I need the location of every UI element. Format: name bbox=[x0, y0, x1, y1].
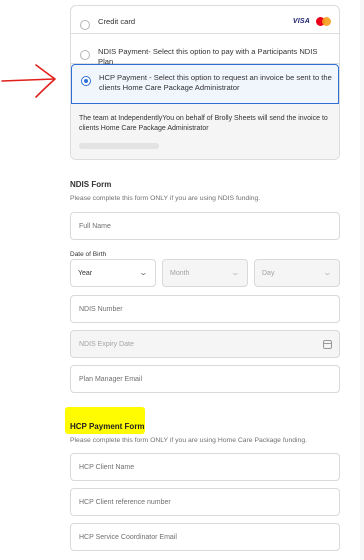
hcp-info-text: The team at IndependentlyYou on behalf o… bbox=[79, 115, 328, 132]
full-name-input[interactable]: Full Name bbox=[70, 212, 340, 240]
ndis-form-subtitle: Please complete this form ONLY if you ar… bbox=[70, 195, 261, 202]
hcp-form-title: HCP Payment Form bbox=[70, 422, 145, 431]
visa-logo-icon: VISA bbox=[292, 18, 310, 25]
hcp-coordinator-email-input[interactable]: HCP Service Coordinator Email bbox=[70, 523, 340, 551]
dob-year-select[interactable]: Year ⌄ bbox=[70, 259, 156, 287]
ndis-form-title: NDIS Form bbox=[70, 180, 112, 189]
calendar-icon[interactable] bbox=[323, 340, 332, 349]
dob-month-value: Month bbox=[170, 269, 190, 277]
ndis-expiry-date-placeholder: NDIS Expiry Date bbox=[79, 340, 134, 348]
payment-option-ndis[interactable]: NDIS Payment- Select this option to pay … bbox=[71, 34, 339, 66]
hcp-payment-label: HCP Payment - Select this option to requ… bbox=[99, 73, 332, 92]
dob-day-select[interactable]: Day ⌄ bbox=[254, 259, 340, 287]
blurred-text-placeholder bbox=[79, 143, 159, 149]
dob-year-value: Year bbox=[78, 269, 93, 277]
mastercard-logo-icon bbox=[316, 17, 331, 26]
hcp-payment-info: The team at IndependentlyYou on behalf o… bbox=[71, 104, 339, 159]
plan-manager-email-input[interactable]: Plan Manager Email bbox=[70, 365, 340, 393]
ndis-expiry-date-input[interactable]: NDIS Expiry Date bbox=[70, 330, 340, 358]
credit-card-radio[interactable] bbox=[80, 20, 90, 30]
payment-method-group: Credit card VISA NDIS Payment- Select th… bbox=[70, 5, 340, 160]
card-logos: VISA bbox=[293, 17, 331, 26]
dob-label: Date of Birth bbox=[70, 251, 107, 258]
hcp-form-subtitle: Please complete this form ONLY if you ar… bbox=[70, 437, 308, 444]
chevron-down-icon: ⌄ bbox=[230, 268, 241, 277]
payment-option-hcp[interactable]: HCP Payment - Select this option to requ… bbox=[71, 64, 339, 104]
ndis-payment-radio[interactable] bbox=[80, 50, 90, 60]
hcp-client-name-input[interactable]: HCP Client Name bbox=[70, 453, 340, 481]
chevron-down-icon: ⌄ bbox=[322, 268, 333, 277]
dob-month-select[interactable]: Month ⌄ bbox=[162, 259, 248, 287]
credit-card-label: Credit card bbox=[98, 17, 136, 26]
scrollbar-track[interactable] bbox=[360, 0, 364, 560]
ndis-number-input[interactable]: NDIS Number bbox=[70, 295, 340, 323]
red-arrow-annotation-icon bbox=[1, 64, 56, 98]
hcp-payment-radio[interactable] bbox=[81, 76, 91, 86]
dob-day-value: Day bbox=[262, 269, 275, 277]
chevron-down-icon: ⌄ bbox=[138, 268, 149, 277]
payment-option-credit-card[interactable]: Credit card VISA bbox=[71, 6, 339, 34]
hcp-client-reference-input[interactable]: HCP Client reference number bbox=[70, 488, 340, 516]
